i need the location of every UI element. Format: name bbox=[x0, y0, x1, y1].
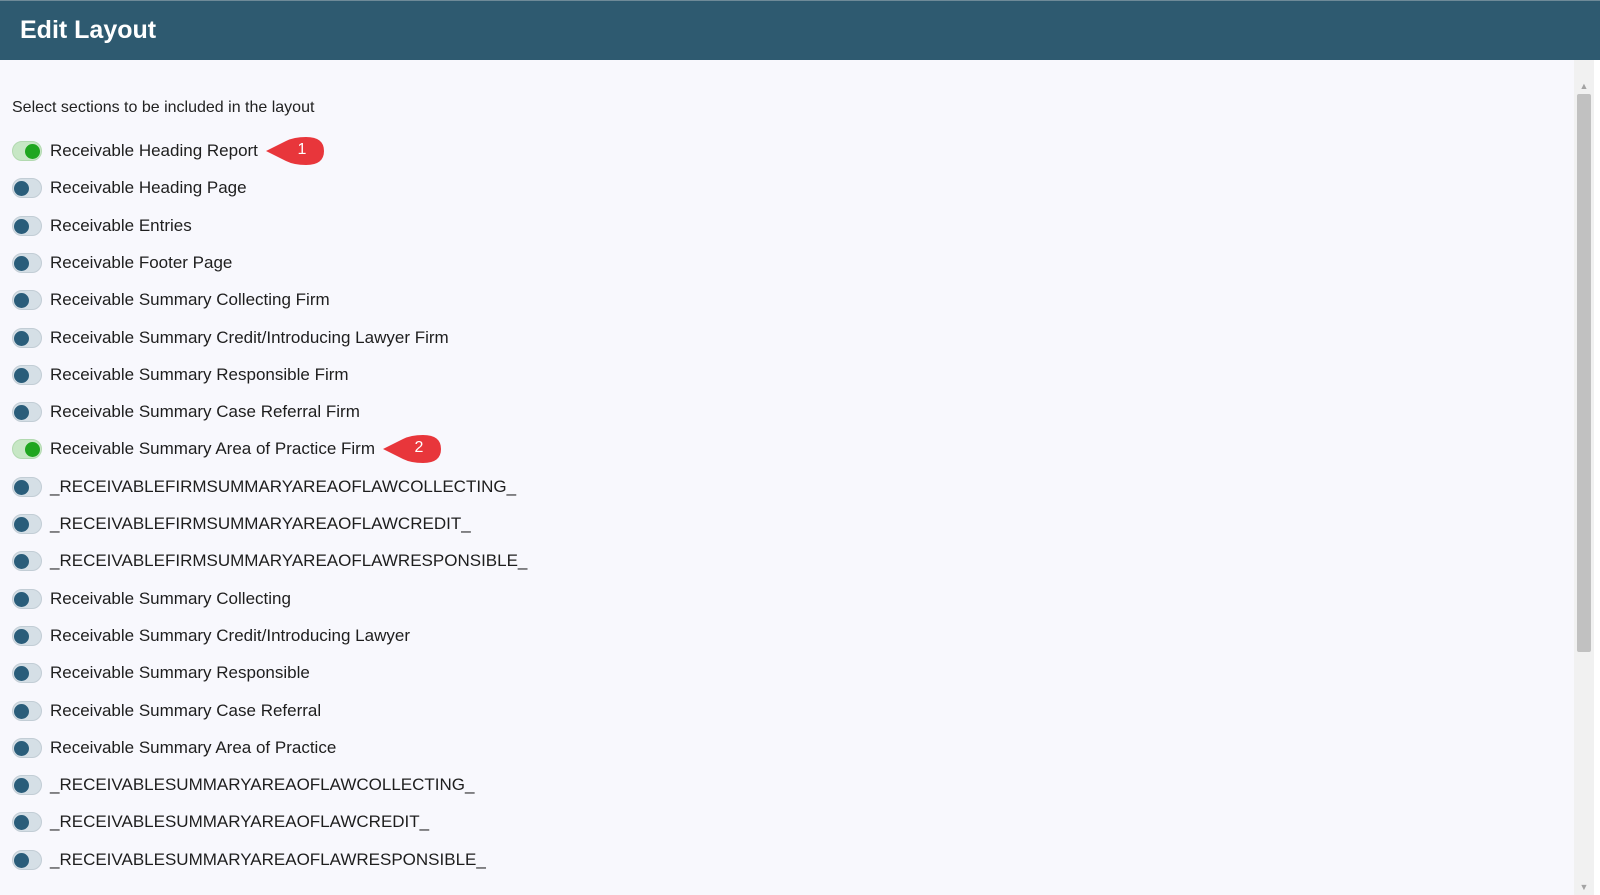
section-toggle-switch[interactable] bbox=[12, 252, 42, 273]
section-toggle-switch[interactable] bbox=[12, 812, 42, 833]
toggle-knob bbox=[14, 778, 29, 794]
toggle-knob bbox=[14, 255, 29, 271]
section-row: Receivable Summary Responsible Firm bbox=[12, 363, 349, 387]
scroll-thumb[interactable] bbox=[1577, 94, 1591, 652]
section-toggle-switch[interactable] bbox=[12, 849, 42, 870]
section-toggle-switch[interactable] bbox=[12, 178, 42, 199]
section-toggle-switch[interactable] bbox=[12, 625, 42, 646]
section-row: Receivable Summary Case Referral bbox=[12, 699, 321, 723]
toggle-knob bbox=[14, 293, 29, 309]
section-label: Receivable Footer Page bbox=[50, 252, 233, 272]
toggle-knob bbox=[14, 815, 29, 831]
callout-number: 1 bbox=[297, 141, 307, 158]
toggle-knob bbox=[25, 442, 40, 458]
section-label: Receivable Heading Page bbox=[50, 178, 247, 198]
section-row: Receivable Footer Page bbox=[12, 251, 232, 275]
section-label: Receivable Summary Responsible Firm bbox=[50, 364, 349, 384]
section-label: Receivable Summary Case Referral Firm bbox=[50, 402, 360, 422]
toggle-knob bbox=[14, 740, 29, 756]
section-label: Receivable Summary Credit/Introducing La… bbox=[50, 327, 449, 347]
section-label: Receivable Summary Collecting Firm bbox=[50, 290, 330, 310]
section-toggle-switch[interactable] bbox=[12, 514, 42, 534]
vertical-scrollbar[interactable]: ▲ ▼ bbox=[1574, 60, 1594, 895]
section-toggle-switch[interactable] bbox=[12, 402, 42, 423]
section-row: _RECEIVABLESUMMARYAREAOFLAWCOLLECTING_ bbox=[12, 773, 474, 797]
section-label: Receivable Summary Area of Practice bbox=[50, 737, 337, 757]
section-label: Receivable Summary Responsible bbox=[50, 663, 310, 683]
section-row: Receivable Summary Area of Practice bbox=[12, 736, 336, 760]
scroll-down-icon[interactable]: ▼ bbox=[1574, 879, 1594, 895]
section-row: Receivable Summary Credit/Introducing La… bbox=[12, 624, 410, 648]
section-toggle-switch[interactable] bbox=[12, 551, 42, 572]
section-label: _RECEIVABLESUMMARYAREAOFLAWRESPONSIBLE_ bbox=[50, 849, 486, 869]
section-row: _RECEIVABLEFIRMSUMMARYAREAOFLAWRESPONSIB… bbox=[12, 549, 527, 573]
section-toggle-switch[interactable] bbox=[12, 775, 42, 796]
section-label: Receivable Summary Collecting bbox=[50, 588, 291, 608]
toggle-knob bbox=[14, 218, 29, 234]
section-row: Receivable Heading Page bbox=[12, 176, 247, 200]
toggle-knob bbox=[14, 479, 29, 495]
toggle-knob bbox=[14, 666, 29, 682]
toggle-knob bbox=[25, 144, 40, 159]
section-toggle-switch[interactable] bbox=[12, 327, 42, 348]
section-label: Receivable Entries bbox=[50, 215, 192, 235]
section-label: _RECEIVABLESUMMARYAREAOFLAWCOLLECTING_ bbox=[50, 775, 475, 795]
section-label: Receivable Heading Report bbox=[50, 141, 258, 160]
section-label: Receivable Summary Credit/Introducing La… bbox=[50, 625, 410, 645]
callout-number: 2 bbox=[414, 439, 424, 457]
section-toggle-switch[interactable] bbox=[12, 737, 42, 758]
toggle-knob bbox=[14, 367, 29, 383]
section-label: Receivable Summary Area of Practice Firm bbox=[50, 439, 375, 459]
toggle-knob bbox=[14, 405, 29, 421]
callout-badge: 1 bbox=[264, 135, 326, 167]
toggle-knob bbox=[14, 330, 29, 346]
section-label: _RECEIVABLEFIRMSUMMARYAREAOFLAWRESPONSIB… bbox=[50, 551, 528, 571]
section-row: Receivable Summary Collecting Firm bbox=[12, 288, 330, 312]
toggle-knob bbox=[14, 181, 29, 197]
section-toggle-switch[interactable] bbox=[12, 476, 42, 497]
instruction-text: Select sections to be included in the la… bbox=[12, 99, 315, 116]
section-label: _RECEIVABLEFIRMSUMMARYAREAOFLAWCREDIT_ bbox=[50, 514, 471, 533]
section-toggle-switch[interactable] bbox=[12, 290, 42, 311]
callout-badge: 2 bbox=[381, 433, 443, 465]
section-row: Receivable Summary Case Referral Firm bbox=[12, 400, 360, 424]
section-toggle-switch[interactable] bbox=[12, 439, 42, 460]
section-row: Receivable Summary Responsible bbox=[12, 661, 310, 685]
dialog-header: Edit Layout bbox=[0, 0, 1600, 60]
section-toggle-switch[interactable] bbox=[12, 364, 42, 385]
toggle-knob bbox=[14, 852, 29, 868]
section-label: _RECEIVABLEFIRMSUMMARYAREAOFLAWCOLLECTIN… bbox=[50, 476, 517, 496]
window-edge bbox=[1594, 60, 1600, 895]
section-row: Receivable Summary Collecting bbox=[12, 587, 291, 611]
section-row: _RECEIVABLEFIRMSUMMARYAREAOFLAWCOLLECTIN… bbox=[12, 475, 516, 499]
section-toggle-switch[interactable] bbox=[12, 215, 42, 236]
section-row: _RECEIVABLEFIRMSUMMARYAREAOFLAWCREDIT_ bbox=[12, 512, 471, 536]
page-title: Edit Layout bbox=[20, 16, 157, 44]
section-row: _RECEIVABLESUMMARYAREAOFLAWCREDIT_ bbox=[12, 810, 429, 834]
scroll-up-icon[interactable]: ▲ bbox=[1574, 78, 1594, 94]
section-row: Receivable Entries bbox=[12, 214, 192, 238]
section-label: Receivable Summary Case Referral bbox=[50, 700, 322, 720]
toggle-knob bbox=[14, 554, 29, 570]
section-row: Receivable Summary Area of Practice Firm bbox=[12, 437, 375, 461]
section-row: Receivable Heading Report bbox=[12, 139, 258, 163]
section-toggle-switch[interactable] bbox=[12, 588, 42, 609]
toggle-knob bbox=[14, 703, 29, 719]
toggle-knob bbox=[14, 628, 29, 644]
toggle-knob bbox=[14, 517, 29, 532]
section-toggle-switch[interactable] bbox=[12, 141, 42, 161]
layout-content: Select sections to be included in the la… bbox=[0, 60, 1574, 895]
section-row: _RECEIVABLESUMMARYAREAOFLAWRESPONSIBLE_ bbox=[12, 848, 486, 872]
section-toggle-switch[interactable] bbox=[12, 663, 42, 684]
section-row: Receivable Summary Credit/Introducing La… bbox=[12, 326, 449, 350]
toggle-knob bbox=[14, 591, 29, 607]
section-label: _RECEIVABLESUMMARYAREAOFLAWCREDIT_ bbox=[50, 812, 430, 832]
section-toggle-switch[interactable] bbox=[12, 700, 42, 721]
